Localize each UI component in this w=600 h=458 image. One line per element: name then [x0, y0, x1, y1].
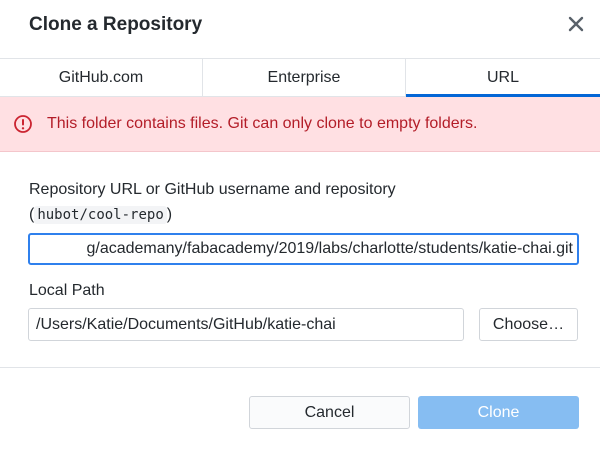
- repository-url-hint: (hubot/cool-repo): [29, 206, 172, 224]
- cancel-button[interactable]: Cancel: [249, 396, 410, 429]
- clone-repository-dialog: Clone a Repository GitHub.com Enterprise…: [0, 0, 600, 458]
- tab-url[interactable]: URL: [406, 59, 600, 97]
- tab-bar: GitHub.com Enterprise URL: [0, 58, 600, 97]
- error-message: This folder contains files. Git can only…: [47, 115, 478, 132]
- repository-url-label: Repository URL or GitHub username and re…: [29, 181, 396, 198]
- local-path-input[interactable]: /Users/Katie/Documents/GitHub/katie-chai: [28, 308, 464, 341]
- clone-button[interactable]: Clone: [418, 396, 579, 429]
- close-button[interactable]: [566, 14, 586, 34]
- choose-button[interactable]: Choose…: [479, 308, 578, 341]
- repository-url-input[interactable]: g/academany/fabacademy/2019/labs/charlot…: [28, 233, 579, 265]
- footer-divider: [0, 367, 600, 368]
- alert-circle-icon: [14, 115, 32, 133]
- dialog-title: Clone a Repository: [29, 14, 203, 35]
- error-banner: This folder contains files. Git can only…: [0, 97, 600, 152]
- tab-enterprise[interactable]: Enterprise: [203, 59, 406, 96]
- tab-label: URL: [486, 68, 519, 86]
- close-icon: [568, 16, 584, 32]
- tab-label: GitHub.com: [58, 68, 144, 86]
- local-path-value: /Users/Katie/Documents/GitHub/katie-chai: [36, 315, 336, 333]
- hint-example-code: hubot/cool-repo: [34, 206, 167, 224]
- tab-label: Enterprise: [267, 68, 341, 86]
- repository-url-value: g/academany/fabacademy/2019/labs/charlot…: [86, 240, 573, 257]
- hint-close-paren: ): [166, 206, 173, 223]
- local-path-label: Local Path: [29, 282, 105, 299]
- dialog-header: Clone a Repository: [0, 0, 600, 58]
- tab-github-com[interactable]: GitHub.com: [0, 59, 203, 96]
